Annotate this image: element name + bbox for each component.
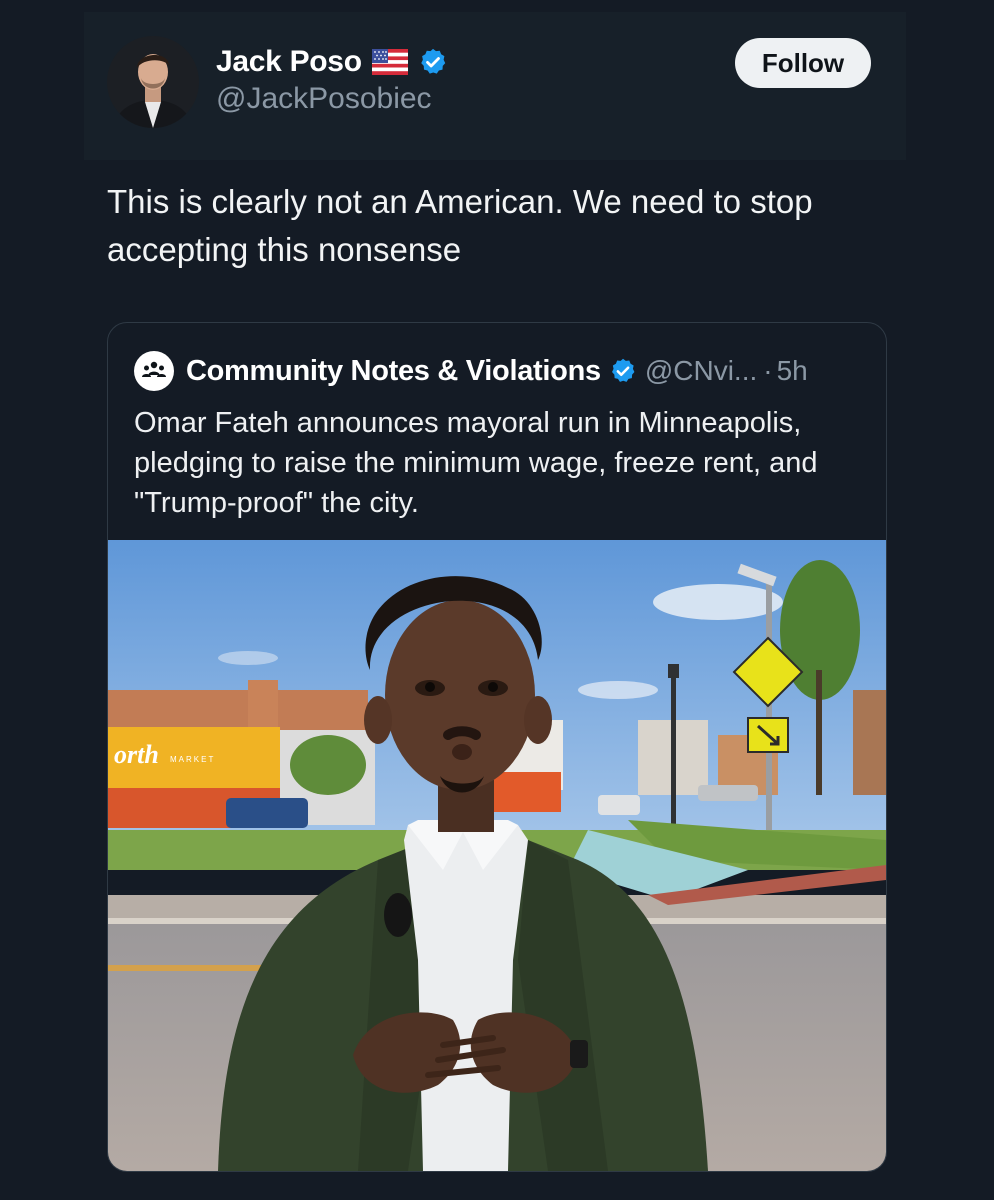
quoted-post-video[interactable]: orth MARKET — [108, 540, 886, 1171]
quoted-author-name[interactable]: Community Notes & Violations — [186, 355, 601, 388]
tweet-screen: Jack Poso @JackPosobiec Follow This is c… — [0, 0, 994, 1200]
people-group-icon — [142, 361, 166, 377]
author-handle[interactable]: @JackPosobiec — [216, 82, 432, 116]
quoted-post-time[interactable]: 5h — [777, 355, 808, 387]
verified-badge-icon — [611, 358, 635, 382]
store-sign-small: MARKET — [170, 755, 215, 764]
author-name-row: Jack Poso — [216, 42, 448, 82]
quoted-post-header: Community Notes & Violations @CNvi... · … — [134, 351, 808, 391]
store-sign: orth — [114, 740, 159, 769]
follow-button[interactable]: Follow — [735, 38, 871, 88]
quoted-post-card[interactable]: Community Notes & Violations @CNvi... · … — [107, 322, 887, 1172]
tweet-text: This is clearly not an American. We need… — [107, 183, 813, 268]
author-avatar[interactable] — [107, 36, 199, 128]
meta-separator: · — [763, 355, 773, 386]
verified-badge-icon — [420, 48, 445, 74]
us-flag-icon — [371, 49, 408, 75]
community-notes-avatar[interactable] — [134, 351, 174, 391]
author-display-name[interactable]: Jack Poso — [216, 45, 362, 79]
quoted-post-text: Omar Fateh announces mayoral run in Minn… — [134, 407, 818, 519]
quoted-author-handle[interactable]: @CNvi... — [645, 355, 757, 387]
